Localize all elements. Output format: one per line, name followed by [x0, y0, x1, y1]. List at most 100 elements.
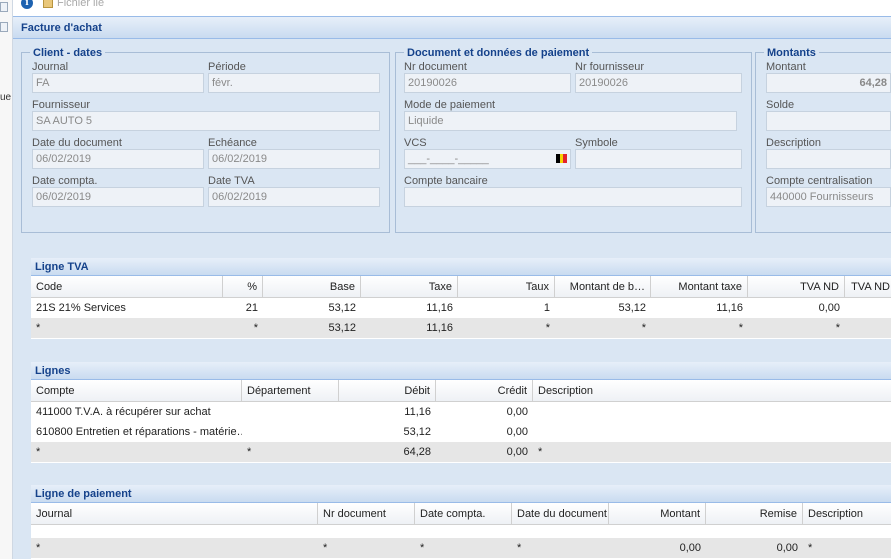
fournisseur-field[interactable]: SA AUTO 5 — [32, 111, 380, 131]
montant-label: Montant — [766, 61, 806, 73]
table-row[interactable]: 21S 21% Services 21 53,12 11,16 1 53,12 … — [31, 298, 891, 318]
vcs-value: ___-____-_____ — [408, 153, 489, 165]
sum-montant-taxe: * — [738, 322, 743, 334]
payment-lines-title: Ligne de paiement — [31, 485, 891, 503]
journal-label: Journal — [32, 61, 69, 73]
sum-departement: * — [247, 446, 252, 458]
cell-base: 53,12 — [328, 302, 356, 314]
col-debit[interactable]: Débit — [339, 380, 436, 402]
compte-bancaire-field[interactable] — [404, 187, 742, 207]
sum-date-compta: * — [420, 542, 425, 554]
cell-departement — [242, 402, 339, 422]
cell-description — [533, 422, 891, 442]
date-tva-field[interactable]: 06/02/2019 — [208, 187, 380, 207]
col-montant[interactable]: Montant — [609, 503, 706, 525]
info-icon[interactable]: i — [21, 0, 33, 9]
summary-row: * * 64,28 0,00 * — [31, 442, 891, 462]
cell-montant-taxe: 11,16 — [716, 302, 743, 314]
col-nr-document[interactable]: Nr document — [318, 503, 415, 525]
sum-code: * — [36, 322, 41, 334]
col-credit[interactable]: Crédit — [436, 380, 533, 402]
col-description[interactable]: Description — [533, 380, 891, 402]
sum-taux: * — [545, 322, 550, 334]
sum-tva-nd: * — [835, 322, 840, 334]
nr-document-label: Nr document — [404, 61, 467, 73]
payment-lines-grid: Ligne de paiement Journal Nr document Da… — [31, 485, 891, 560]
date-compta-label: Date compta. — [32, 175, 98, 187]
account-lines-grid: Lignes Compte Département Débit Crédit D… — [31, 362, 891, 463]
cell-compte: 411000 T.V.A. à récupérer sur achat — [36, 406, 211, 418]
expand-icon[interactable] — [0, 22, 8, 32]
vcs-field[interactable]: ___-____-_____ — [404, 149, 571, 169]
symbole-field[interactable] — [575, 149, 742, 169]
nr-document-field[interactable]: 20190026 — [404, 73, 571, 93]
summary-row: * * * * 0,00 0,00 * — [31, 538, 891, 558]
col-remise[interactable]: Remise — [706, 503, 803, 525]
col-taxe[interactable]: Taxe — [361, 276, 458, 298]
sum-montant: 0,00 — [679, 542, 701, 554]
description-label: Description — [766, 137, 822, 149]
col-date-document[interactable]: Date du document — [512, 503, 609, 525]
summary-row: * * 53,12 11,16 * * * * — [31, 318, 891, 338]
solde-field[interactable] — [766, 111, 891, 131]
cell-code: 21S 21% Services — [36, 302, 126, 314]
col-journal[interactable]: Journal — [31, 503, 318, 525]
table-row[interactable]: 411000 T.V.A. à récupérer sur achat 11,1… — [31, 402, 891, 422]
col-taux[interactable]: Taux — [458, 276, 555, 298]
vat-grid-header: Code % Base Taxe Taux Montant de b… Mont… — [31, 276, 891, 298]
fournisseur-label: Fournisseur — [32, 99, 91, 111]
cell-description — [533, 402, 891, 422]
periode-field[interactable]: févr. — [208, 73, 380, 93]
mode-paiement-label: Mode de paiement — [404, 99, 496, 111]
document-payment-fieldset: Document et données de paiement Nr docum… — [395, 47, 752, 233]
client-dates-title: Client - dates — [30, 47, 106, 59]
symbole-label: Symbole — [575, 137, 618, 149]
linked-file-button[interactable]: Fichier lié — [57, 0, 104, 9]
left-panel-edge: ue — [0, 0, 13, 559]
vat-lines-title: Ligne TVA — [31, 258, 891, 276]
cell-taxe: 11,16 — [426, 302, 453, 314]
journal-field[interactable]: FA — [32, 73, 204, 93]
col-date-compta[interactable]: Date compta. — [415, 503, 512, 525]
sum-date-document: * — [517, 542, 522, 554]
vat-lines-grid: Ligne TVA Code % Base Taxe Taux Montant … — [31, 258, 891, 339]
nr-fournisseur-field[interactable]: 20190026 — [575, 73, 742, 93]
collapse-icon[interactable] — [0, 2, 8, 12]
col-code[interactable]: Code — [31, 276, 223, 298]
col-departement[interactable]: Département — [242, 380, 339, 402]
echeance-label: Echéance — [208, 137, 257, 149]
linked-file-icon — [43, 0, 53, 8]
montants-title: Montants — [764, 47, 819, 59]
nr-fournisseur-label: Nr fournisseur — [575, 61, 645, 73]
cell-departement — [242, 422, 339, 442]
belgium-flag-icon — [556, 154, 568, 163]
cell-debit: 53,12 — [403, 426, 431, 438]
col-tva-nd-2[interactable]: TVA ND — [845, 276, 891, 298]
date-document-field[interactable]: 06/02/2019 — [32, 149, 204, 169]
periode-label: Période — [208, 61, 246, 73]
col-percent[interactable]: % — [223, 276, 263, 298]
vcs-label: VCS — [404, 137, 427, 149]
montant-field[interactable]: 64,28 — [766, 73, 891, 93]
col-montant-base[interactable]: Montant de b… — [555, 276, 651, 298]
col-base[interactable]: Base — [263, 276, 361, 298]
mode-paiement-field[interactable]: Liquide — [404, 111, 737, 131]
sum-base: 53,12 — [328, 322, 356, 334]
echeance-field[interactable]: 06/02/2019 — [208, 149, 380, 169]
date-tva-label: Date TVA — [208, 175, 255, 187]
cell-compte: 610800 Entretien et réparations - matéri… — [36, 426, 242, 438]
col-tva-nd[interactable]: TVA ND — [748, 276, 845, 298]
compte-bancaire-label: Compte bancaire — [404, 175, 488, 187]
col-description[interactable]: Description — [803, 503, 891, 525]
sum-percent: * — [253, 322, 258, 334]
table-row[interactable]: 610800 Entretien et réparations - matéri… — [31, 422, 891, 442]
centralisation-field[interactable]: 440000 Fournisseurs — [766, 187, 891, 207]
centralisation-label: Compte centralisation — [766, 175, 873, 187]
sum-taxe: 11,16 — [426, 322, 453, 334]
col-montant-taxe[interactable]: Montant taxe — [651, 276, 748, 298]
date-compta-field[interactable]: 06/02/2019 — [32, 187, 204, 207]
payment-grid-header: Journal Nr document Date compta. Date du… — [31, 503, 891, 525]
description-field[interactable] — [766, 149, 891, 169]
sum-journal: * — [36, 542, 41, 554]
col-compte[interactable]: Compte — [31, 380, 242, 402]
